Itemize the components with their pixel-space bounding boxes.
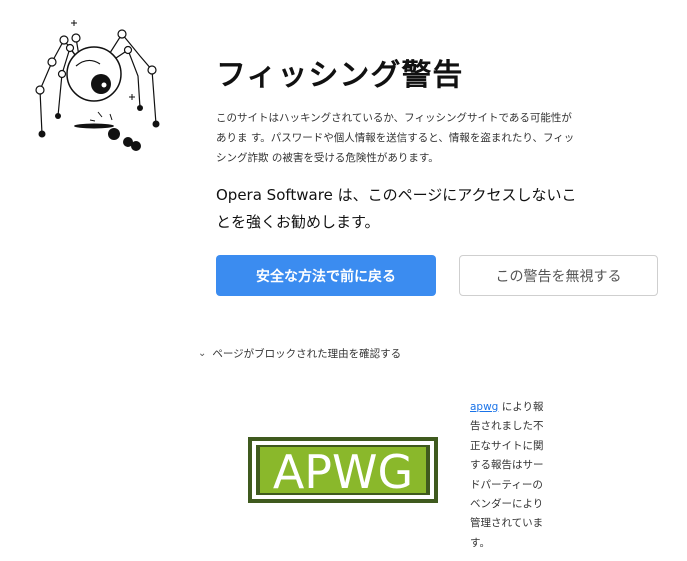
provider-note: apwg により報告されました不正なサイトに関する報告はサードパーティーのベンダ… — [470, 398, 546, 553]
apwg-logo-text: APWG — [273, 445, 413, 499]
apwg-link[interactable]: apwg — [470, 401, 498, 413]
phishing-spider-illustration — [35, 20, 160, 151]
ignore-warning-button[interactable]: この警告を無視する — [459, 255, 658, 296]
warning-description: このサイトはハッキングされているか、フィッシングサイトである可能性がありま す。… — [216, 112, 575, 164]
blocked-reason-label: ページがブロックされた理由を確認する — [212, 348, 402, 360]
recommendation-text: Opera Software は、このページにアクセスしないことを強くお勧めしま… — [216, 186, 577, 231]
page-title: フィッシング警告 — [216, 58, 464, 93]
apwg-logo: APWG — [248, 437, 438, 503]
provider-text: により報告されました不正なサイトに関する報告はサードパーティーのベンダーにより管… — [470, 401, 544, 549]
go-back-safely-button[interactable]: 安全な方法で前に戻る — [216, 255, 436, 296]
blocked-reason-toggle[interactable]: ⌄ ページがブロックされた理由を確認する — [198, 346, 401, 361]
chevron-down-icon: ⌄ — [198, 348, 207, 359]
